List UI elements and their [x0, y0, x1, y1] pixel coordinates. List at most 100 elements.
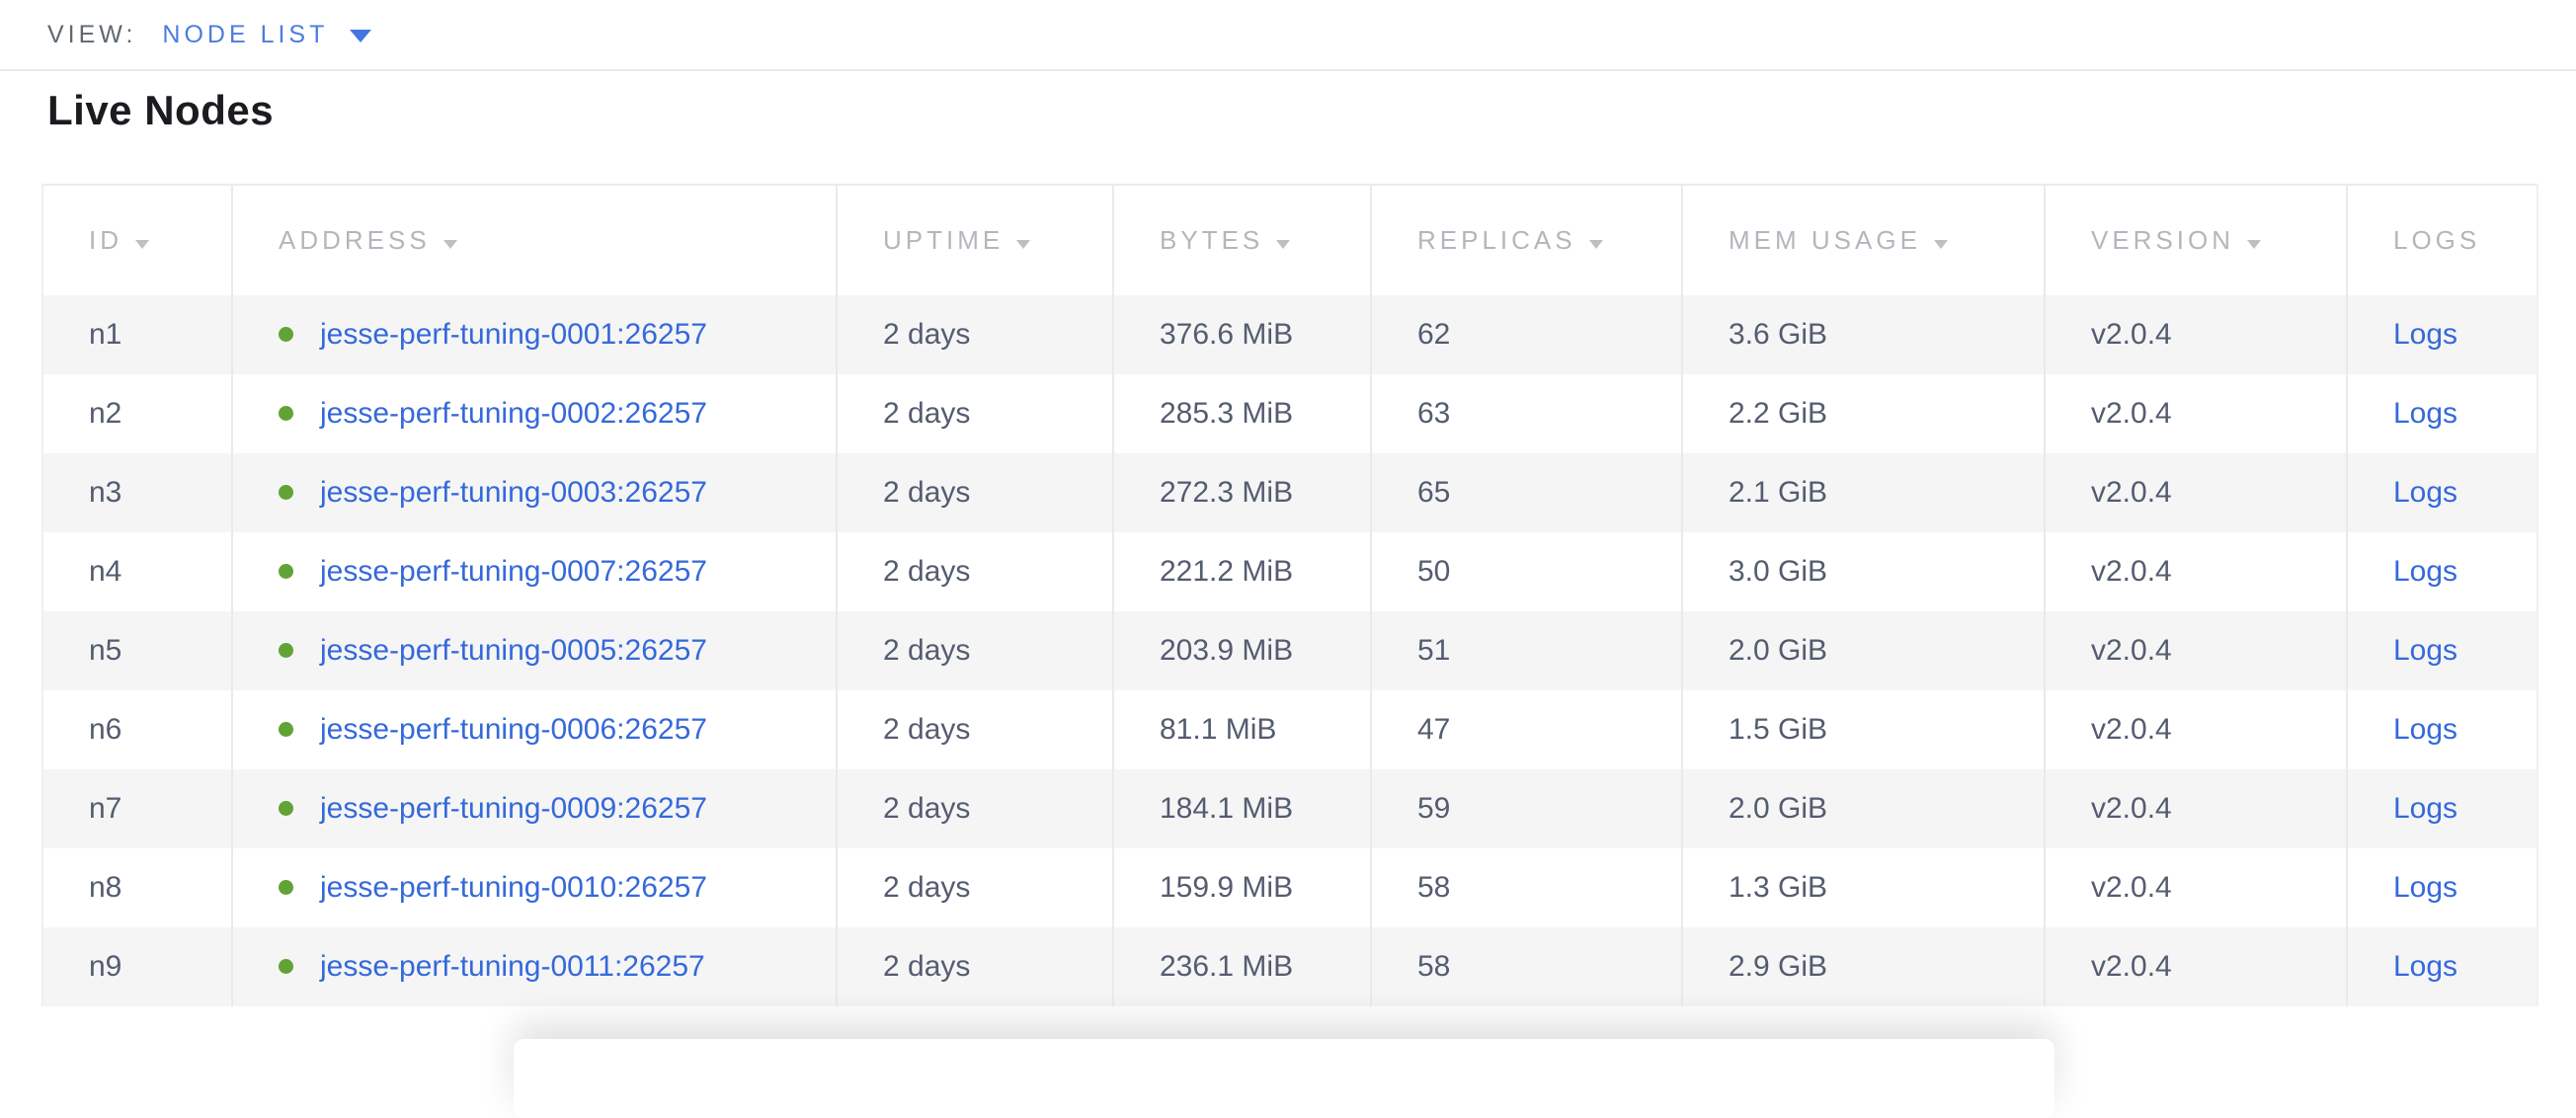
node-uptime: 2 days: [883, 476, 970, 509]
cell-id: n4: [43, 532, 231, 611]
node-uptime: 2 days: [883, 792, 970, 825]
column-header-version[interactable]: VERSION: [2044, 186, 2346, 295]
cell-address: jesse-perf-tuning-0006:26257: [231, 690, 836, 769]
node-mem-usage: 2.0 GiB: [1729, 792, 1827, 825]
cell-version: v2.0.4: [2044, 532, 2346, 611]
column-header-address[interactable]: ADDRESS: [231, 186, 836, 295]
sort-arrow-icon: [1276, 240, 1290, 249]
cell-id: n6: [43, 690, 231, 769]
node-logs-link[interactable]: Logs: [2393, 792, 2457, 825]
node-uptime: 2 days: [883, 871, 970, 904]
view-selected-value: NODE LIST: [162, 21, 328, 49]
node-logs-link[interactable]: Logs: [2393, 713, 2457, 746]
cell-version: v2.0.4: [2044, 374, 2346, 453]
cell-uptime: 2 days: [836, 453, 1112, 532]
node-bytes: 272.3 MiB: [1160, 476, 1293, 509]
node-version: v2.0.4: [2091, 634, 2172, 667]
node-mem-usage: 2.2 GiB: [1729, 397, 1827, 430]
node-bytes: 236.1 MiB: [1160, 950, 1293, 983]
node-version: v2.0.4: [2091, 871, 2172, 904]
node-replicas: 47: [1417, 713, 1450, 746]
cell-mem_usage: 2.9 GiB: [1681, 927, 2044, 1006]
cell-logs: Logs: [2346, 848, 2536, 927]
cell-address: jesse-perf-tuning-0003:26257: [231, 453, 836, 532]
node-logs-link[interactable]: Logs: [2393, 950, 2457, 983]
cell-address: jesse-perf-tuning-0002:26257: [231, 374, 836, 453]
node-status-healthy-icon: [279, 722, 293, 737]
column-header-uptime[interactable]: UPTIME: [836, 186, 1112, 295]
cell-replicas: 58: [1370, 848, 1681, 927]
node-bytes: 81.1 MiB: [1160, 713, 1276, 746]
node-mem-usage: 2.0 GiB: [1729, 634, 1827, 667]
node-row-n1: n1jesse-perf-tuning-0001:262572 days376.…: [43, 295, 2536, 374]
cell-bytes: 376.6 MiB: [1112, 295, 1370, 374]
column-header-id[interactable]: ID: [43, 186, 231, 295]
node-mem-usage: 2.9 GiB: [1729, 950, 1827, 983]
node-status-healthy-icon: [279, 880, 293, 895]
cell-version: v2.0.4: [2044, 927, 2346, 1006]
node-replicas: 63: [1417, 397, 1450, 430]
node-row-n3: n3 jesse-perf-tuning-0003:26257 2 days 272.…: [43, 453, 2536, 532]
node-version: v2.0.4: [2091, 318, 2172, 351]
node-row-n8: n8jesse-perf-tuning-0010:262572 days159.…: [43, 848, 2536, 927]
node-replicas: 65: [1417, 476, 1450, 509]
cell-uptime: 2 days: [836, 374, 1112, 453]
node-version: v2.0.4: [2091, 792, 2172, 825]
node-address-link[interactable]: jesse-perf-tuning-0010:26257: [320, 871, 707, 904]
column-header-mem-usage[interactable]: MEM USAGE: [1681, 186, 2044, 295]
view-selector-dropdown[interactable]: NODE LIST: [162, 21, 371, 49]
cell-id: n9: [43, 927, 231, 1006]
cell-logs: Logs: [2346, 453, 2536, 532]
cell-address: jesse-perf-tuning-0007:26257: [231, 532, 836, 611]
node-status-healthy-icon: [279, 327, 293, 342]
cell-bytes: 285.3 MiB: [1112, 374, 1370, 453]
node-address-link[interactable]: jesse-perf-tuning-0002:26257: [320, 397, 707, 430]
node-address-link[interactable]: jesse-perf-tuning-0005:26257: [320, 634, 707, 667]
node-logs-link[interactable]: Logs: [2393, 555, 2457, 588]
node-id: n4: [89, 555, 121, 588]
node-uptime: 2 days: [883, 634, 970, 667]
cell-version: v2.0.4: [2044, 769, 2346, 848]
node-address-link[interactable]: jesse-perf-tuning-0006:26257: [320, 713, 707, 746]
node-address-link[interactable]: jesse-perf-tuning-0007:26257: [320, 555, 707, 588]
cell-version: v2.0.4: [2044, 453, 2346, 532]
cell-replicas: 62: [1370, 295, 1681, 374]
node-id: n5: [89, 634, 121, 667]
cell-logs: Logs: [2346, 927, 2536, 1006]
node-id: n9: [89, 950, 121, 983]
node-address-link[interactable]: jesse-perf-tuning-0009:26257: [320, 792, 707, 825]
node-status-healthy-icon: [279, 485, 293, 500]
node-replicas: 58: [1417, 871, 1450, 904]
chevron-down-icon: [350, 30, 371, 42]
node-logs-link[interactable]: Logs: [2393, 634, 2457, 667]
node-address-link[interactable]: jesse-perf-tuning-0011:26257: [320, 950, 705, 983]
cell-mem_usage: 2.0 GiB: [1681, 611, 2044, 690]
node-logs-link[interactable]: Logs: [2393, 871, 2457, 904]
node-status-healthy-icon: [279, 801, 293, 816]
cell-id: n8: [43, 848, 231, 927]
node-row-n7: n7 jesse-perf-tuning-0009:26257 2 days 184.…: [43, 769, 2536, 848]
cell-replicas: 47: [1370, 690, 1681, 769]
cell-replicas: 63: [1370, 374, 1681, 453]
view-bar: VIEW: NODE LIST: [0, 0, 2576, 71]
node-address-link[interactable]: jesse-perf-tuning-0003:26257: [320, 476, 707, 509]
node-version: v2.0.4: [2091, 397, 2172, 430]
cell-replicas: 50: [1370, 532, 1681, 611]
cell-address: jesse-perf-tuning-0010:26257: [231, 848, 836, 927]
cell-bytes: 184.1 MiB: [1112, 769, 1370, 848]
sort-arrow-icon: [135, 240, 149, 249]
node-logs-link[interactable]: Logs: [2393, 318, 2457, 351]
node-uptime: 2 days: [883, 555, 970, 588]
node-address-link[interactable]: jesse-perf-tuning-0001:26257: [320, 318, 707, 351]
node-id: n7: [89, 792, 121, 825]
node-logs-link[interactable]: Logs: [2393, 397, 2457, 430]
sort-arrow-icon: [443, 240, 457, 249]
column-header-replicas[interactable]: REPLICAS: [1370, 186, 1681, 295]
cell-mem_usage: 2.2 GiB: [1681, 374, 2044, 453]
column-header-bytes[interactable]: BYTES: [1112, 186, 1370, 295]
node-uptime: 2 days: [883, 713, 970, 746]
cell-logs: Logs: [2346, 611, 2536, 690]
cell-uptime: 2 days: [836, 532, 1112, 611]
node-logs-link[interactable]: Logs: [2393, 476, 2457, 509]
cell-id: n3: [43, 453, 231, 532]
